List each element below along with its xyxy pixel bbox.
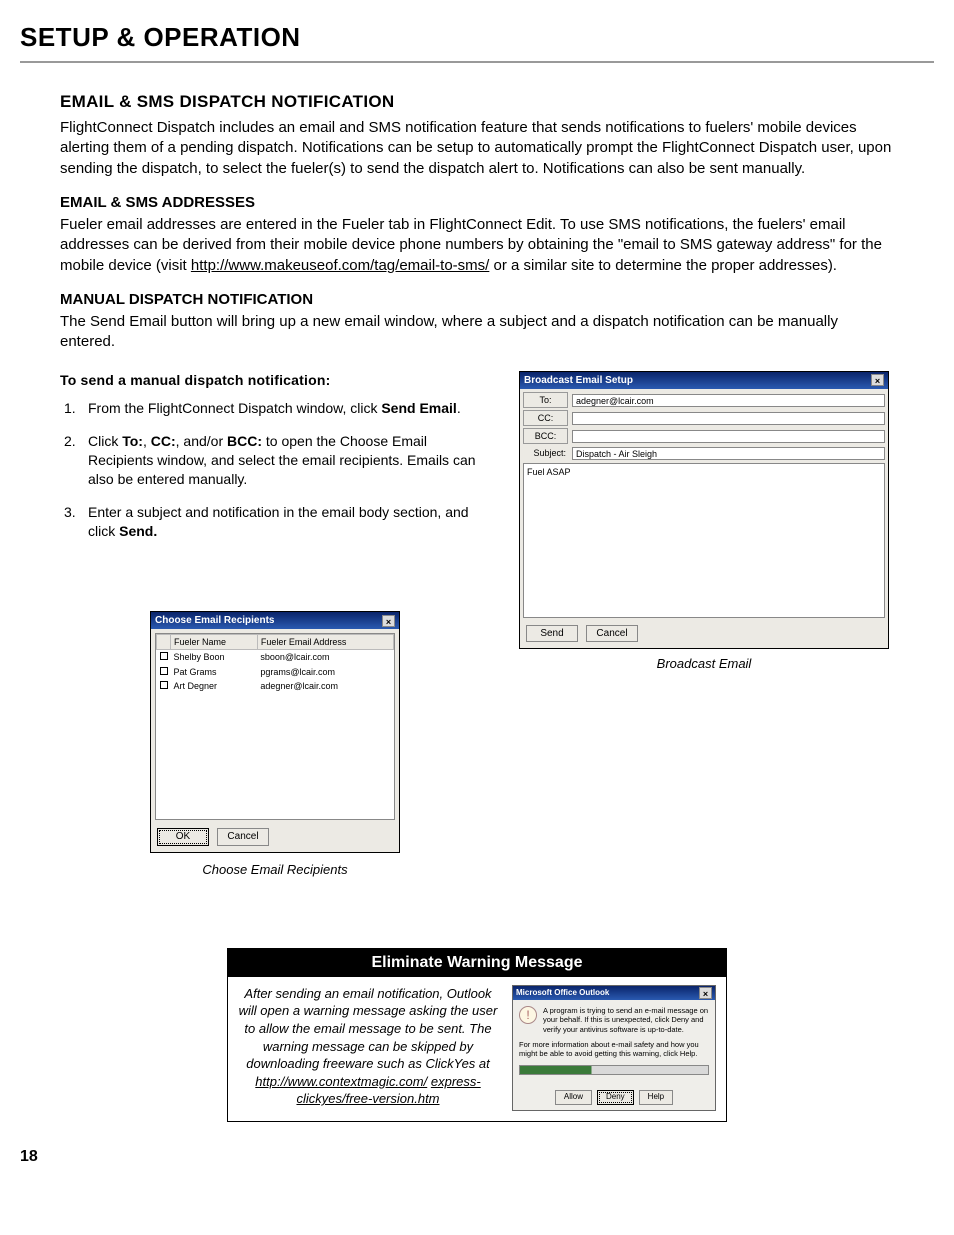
table-row[interactable]: Shelby Boon sboon@lcair.com	[157, 650, 394, 665]
subject-label: Subject:	[523, 446, 568, 460]
clickyes-link-1[interactable]: http://www.contextmagic.com/	[255, 1074, 427, 1089]
content-area: EMAIL & SMS DISPATCH NOTIFICATION Flight…	[20, 91, 934, 1121]
close-icon[interactable]: ×	[382, 615, 395, 627]
help-button[interactable]: Help	[639, 1090, 673, 1105]
cc-field[interactable]	[572, 412, 885, 425]
table-row[interactable]: Pat Grams pgrams@lcair.com	[157, 665, 394, 679]
bcc-button[interactable]: BCC:	[523, 428, 568, 444]
window-title: Broadcast Email Setup	[524, 374, 633, 388]
window-title: Choose Email Recipients	[155, 614, 274, 628]
checkbox[interactable]	[160, 681, 168, 689]
col-name: Fueler Name	[171, 635, 258, 650]
bcc-field[interactable]	[572, 430, 885, 443]
subject-field[interactable]: Dispatch - Air Sleigh	[572, 447, 885, 460]
close-icon[interactable]: ×	[871, 374, 884, 386]
page-number: 18	[20, 1146, 934, 1168]
cancel-button[interactable]: Cancel	[217, 828, 269, 846]
choose-recipients-window: Choose Email Recipients × Fueler Name Fu…	[150, 611, 400, 853]
page-title: SETUP & OPERATION	[20, 20, 934, 63]
window-title: Microsoft Office Outlook	[516, 988, 609, 999]
cc-button[interactable]: CC:	[523, 410, 568, 426]
table-row[interactable]: Art Degner adegner@lcair.com	[157, 679, 394, 693]
eliminate-warning-box: Eliminate Warning Message After sending …	[227, 948, 727, 1121]
task-heading: To send a manual dispatch notification:	[60, 371, 490, 390]
email-body-field[interactable]: Fuel ASAP	[523, 463, 885, 618]
manual-paragraph: The Send Email button will bring up a ne…	[60, 312, 894, 353]
left-column: To send a manual dispatch notification: …	[60, 371, 490, 879]
window-titlebar: Choose Email Recipients ×	[151, 612, 399, 630]
outlook-warning-dialog: Microsoft Office Outlook × ! A program i…	[512, 985, 716, 1111]
choose-caption: Choose Email Recipients	[60, 861, 490, 879]
step-3: Enter a subject and notification in the …	[88, 503, 490, 541]
warning-text: After sending an email notification, Out…	[238, 985, 498, 1108]
to-field[interactable]: adegner@lcair.com	[572, 394, 885, 407]
warning-box-title: Eliminate Warning Message	[228, 949, 726, 977]
progress-bar	[519, 1065, 709, 1075]
step-2: Click To:, CC:, and/or BCC: to open the …	[88, 432, 490, 489]
step-1: From the FlightConnect Dispatch window, …	[88, 399, 490, 418]
manual-heading: MANUAL DISPATCH NOTIFICATION	[60, 290, 894, 310]
window-titlebar: Broadcast Email Setup ×	[520, 372, 888, 390]
right-column: Broadcast Email Setup × To: adegner@lcai…	[514, 371, 894, 879]
checkbox[interactable]	[160, 667, 168, 675]
allow-button[interactable]: Allow	[555, 1090, 592, 1105]
col-email: Fueler Email Address	[257, 635, 393, 650]
to-button[interactable]: To:	[523, 392, 568, 408]
recipients-table: Fueler Name Fueler Email Address Shelby …	[156, 634, 394, 693]
addresses-heading: EMAIL & SMS ADDRESSES	[60, 193, 894, 213]
shield-icon: !	[519, 1006, 537, 1024]
checkbox[interactable]	[160, 652, 168, 660]
window-titlebar: Microsoft Office Outlook ×	[513, 986, 715, 1000]
intro-paragraph: FlightConnect Dispatch includes an email…	[60, 118, 894, 179]
ok-button[interactable]: OK	[157, 828, 209, 846]
close-icon[interactable]: ×	[699, 987, 712, 999]
send-button[interactable]: Send	[526, 625, 578, 643]
outlook-message-2: For more information about e-mail safety…	[519, 1040, 709, 1059]
broadcast-caption: Broadcast Email	[514, 655, 894, 673]
sms-gateway-link[interactable]: http://www.makeuseof.com/tag/email-to-sm…	[191, 257, 489, 274]
addresses-paragraph: Fueler email addresses are entered in th…	[60, 215, 894, 276]
broadcast-email-window: Broadcast Email Setup × To: adegner@lcai…	[519, 371, 889, 650]
cancel-button[interactable]: Cancel	[586, 625, 638, 643]
deny-button[interactable]: Deny	[597, 1090, 634, 1105]
outlook-message-1: A program is trying to send an e-mail me…	[543, 1006, 709, 1034]
section-heading: EMAIL & SMS DISPATCH NOTIFICATION	[60, 91, 894, 114]
col-checkbox	[157, 635, 171, 650]
